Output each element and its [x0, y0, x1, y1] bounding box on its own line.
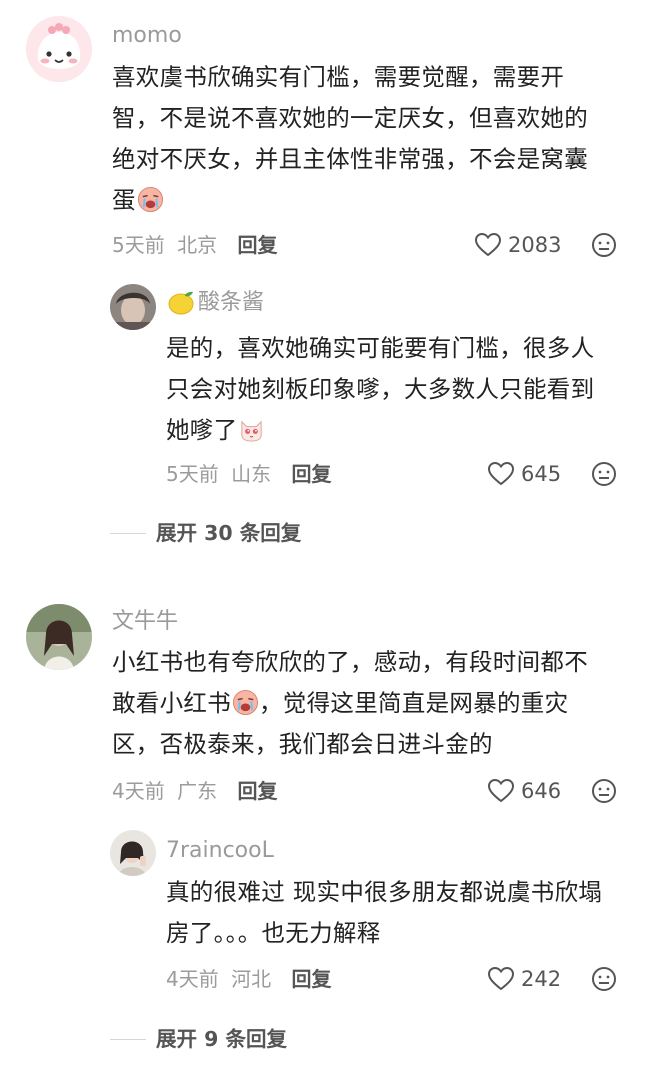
reply-text-line: 是的，喜欢她确实可能要有门槛，很多人	[166, 334, 595, 362]
reply-text: 真的很难过 现实中很多朋友都说虞书欣塌 房了。。。也无力解释	[166, 872, 602, 954]
reply-meta: 5天前 山东 回复	[166, 459, 331, 489]
reply-location: 山东	[231, 462, 272, 486]
like-button[interactable]: 2083	[474, 230, 561, 260]
reply-author[interactable]: 酸条酱	[166, 289, 264, 317]
heart-outline-icon	[487, 966, 515, 991]
reply-author[interactable]: 7raincooL	[166, 837, 274, 865]
avatar[interactable]	[110, 284, 156, 330]
reply-button[interactable]: 回复	[237, 779, 277, 803]
reply-text-line: 只会对她刻板印象嗲，大多数人只能看到	[166, 375, 595, 403]
reply-meta: 4天前 河北 回复	[166, 964, 331, 994]
comment-meta: 5天前 北京 回复	[112, 230, 277, 260]
expand-replies-button[interactable]: 展开 9 条回复	[110, 1024, 287, 1054]
comment-text: 喜欢虞书欣确实有门槛，需要觉醒，需要开 智，不是说不喜欢她的一定厌女，但喜欢她的…	[112, 57, 588, 221]
expand-divider	[110, 1038, 146, 1040]
comment-text-line: 蛋	[112, 186, 136, 214]
neutral-face-icon[interactable]	[591, 461, 617, 487]
comment-location: 北京	[177, 233, 218, 257]
comment-text: 小红书也有夸欣欣的了，感动，有段时间都不 敢看小红书 ，觉得这里简直是网暴的重灾 …	[112, 642, 588, 765]
reply-button[interactable]: 回复	[291, 967, 331, 991]
comment-text-line: 绝对不厌女，并且主体性非常强，不会是窝囊	[112, 145, 588, 173]
like-button[interactable]: 646	[487, 776, 561, 806]
expand-divider	[110, 532, 146, 534]
reply-text: 是的，喜欢她确实可能要有门槛，很多人 只会对她刻板印象嗲，大多数人只能看到 她嗲…	[166, 328, 594, 451]
like-button[interactable]: 645	[487, 459, 561, 489]
expand-replies-label: 展开 30 条回复	[156, 521, 302, 545]
crying-face-emoji	[137, 186, 163, 213]
comment-author[interactable]: momo	[112, 22, 182, 50]
reply-text-line: 她嗲了	[166, 416, 238, 444]
comment-text-line: 小红书也有夸欣欣的了，感动，有段时间都不	[112, 648, 588, 676]
avatar[interactable]	[26, 16, 92, 82]
comment-author[interactable]: 文牛牛	[112, 608, 178, 636]
cat-face-emoji	[241, 420, 263, 442]
reply-author-name: 酸条酱	[198, 290, 265, 315]
lemon-emoji	[168, 291, 194, 315]
comment-text-segment: ，觉得这里简直是网暴的重灾	[259, 689, 569, 717]
comment-location: 广东	[177, 779, 218, 803]
like-button[interactable]: 242	[487, 964, 561, 994]
avatar[interactable]	[26, 604, 92, 670]
comment-time: 4天前	[112, 779, 165, 803]
like-count: 646	[521, 779, 562, 803]
comment-text-line: 智，不是说不喜欢她的一定厌女，但喜欢她的	[112, 104, 588, 132]
reply-location: 河北	[231, 967, 272, 991]
comment-time: 5天前	[112, 233, 165, 257]
reply-time: 4天前	[166, 967, 219, 991]
comment-text-line: 敢看小红书	[112, 689, 231, 717]
heart-outline-icon	[474, 232, 502, 257]
like-count: 2083	[508, 233, 562, 257]
expand-replies-button[interactable]: 展开 30 条回复	[110, 518, 301, 548]
reply-text-line: 真的很难过 现实中很多朋友都说虞书欣塌	[166, 878, 603, 906]
reply-text-line: 房了。。。也无力解释	[166, 919, 381, 947]
comment-text-line: 喜欢虞书欣确实有门槛，需要觉醒，需要开	[112, 63, 565, 91]
heart-outline-icon	[487, 778, 515, 803]
reply-button[interactable]: 回复	[291, 462, 331, 486]
neutral-face-icon[interactable]	[591, 966, 617, 992]
expand-replies-label: 展开 9 条回复	[156, 1027, 288, 1051]
neutral-face-icon[interactable]	[591, 232, 617, 258]
reply-button[interactable]: 回复	[237, 233, 277, 257]
reply-time: 5天前	[166, 462, 219, 486]
comment-text-line: 区，否极泰来，我们都会日进斗金的	[112, 730, 493, 758]
heart-outline-icon	[487, 461, 515, 486]
avatar[interactable]	[110, 830, 156, 876]
like-count: 645	[521, 462, 562, 486]
comment-meta: 4天前 广东 回复	[112, 776, 277, 806]
like-count: 242	[521, 967, 562, 991]
neutral-face-icon[interactable]	[591, 778, 617, 804]
crying-face-emoji	[232, 689, 259, 716]
